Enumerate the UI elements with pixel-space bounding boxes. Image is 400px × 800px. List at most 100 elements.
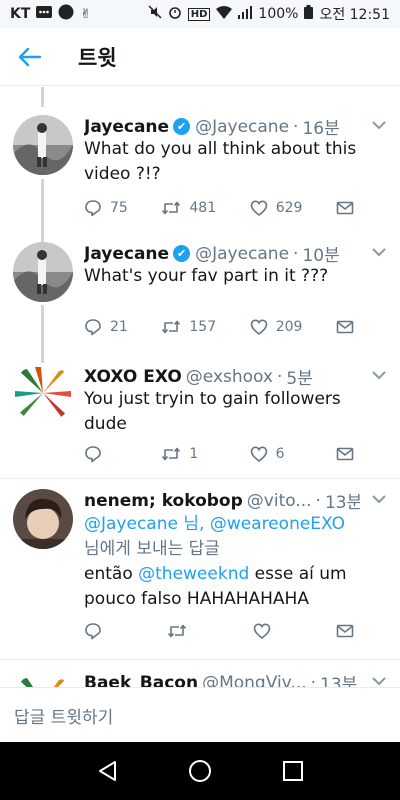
reply-button[interactable]: 75 [84,199,128,217]
separator-dot: · [277,366,283,387]
like-button[interactable]: 629 [250,199,302,217]
direct-message-button[interactable] [336,199,354,217]
tweet-text: You just tryin to gain followers dude [84,389,341,434]
display-name[interactable]: Jayecane [84,244,169,264]
heart-icon [250,200,267,217]
back-nav-button[interactable] [87,751,127,791]
clock: 오전 12:51 [319,7,390,23]
message-icon [36,6,53,22]
carrier-label: KT [10,6,31,22]
timestamp: 13분 [320,675,358,687]
retweet-count: 481 [189,200,217,216]
reply-icon [85,446,101,463]
like-count: 6 [275,446,285,462]
reply-to-line: @Jayecane 님, @weareoneEXO 님에게 보내는 답글 [84,512,382,562]
retweet-icon [162,320,181,334]
mention-link[interactable]: @Jayecane [84,514,178,534]
like-count: 209 [275,319,303,335]
alarm-icon [168,5,182,23]
retweet-button[interactable] [167,622,195,640]
reply-icon [85,319,101,336]
avatar[interactable] [13,115,73,175]
victory-hand-icon: ✌ [80,6,92,22]
back-button[interactable] [0,28,60,86]
square-recents-icon [283,761,304,781]
retweet-button[interactable]: 1 [161,445,198,463]
tweet[interactable]: Jayecane ✔ @Jayecane · 10분 What's your f… [0,237,400,363]
retweet-button[interactable]: 481 [161,199,216,217]
chevron-down-icon[interactable] [372,368,386,384]
reply-count: 21 [110,319,128,335]
tweet-header: Jayecane ✔ @Jayecane · 16분 [84,114,360,140]
verified-badge-icon: ✔ [173,245,191,262]
display-name[interactable]: Baek_Bacon [84,673,198,688]
chevron-down-icon[interactable] [372,674,386,687]
envelope-icon [336,320,354,334]
separator-dot: · [293,116,299,137]
timestamp: 5분 [286,369,313,389]
handle[interactable]: @MongViv... [202,673,307,688]
reply-to-text: 님, [177,514,210,534]
circle-home-icon [188,760,211,782]
home-nav-button[interactable] [180,751,220,791]
tweet[interactable]: Jayecane ✔ @Jayecane · 16분 What do you a… [0,87,400,237]
separator-dot: · [315,490,321,511]
reply-to-text: 님에게 보내는 답글 [84,539,220,559]
wifi-icon [216,5,233,23]
retweet-button[interactable]: 157 [161,318,216,336]
heart-icon [250,446,267,463]
battery-percent: 100% [258,6,299,22]
tweet-text: What do you all think about this video ?… [84,139,357,184]
page-title: 트윗 [78,45,117,70]
avatar[interactable] [13,672,73,687]
recents-nav-button[interactable] [273,751,313,791]
reply-input[interactable]: 답글 트윗하기 [0,687,400,742]
avatar[interactable] [13,363,73,423]
heart-icon [250,319,267,336]
tweet[interactable]: nenem; kokobop @vito... · 13분 @Jayecane … [0,479,400,659]
direct-message-button[interactable] [336,318,354,336]
direct-message-button[interactable] [336,445,354,463]
tweet-header: XOXO EXO @exshoox · 5분 [84,364,360,390]
separator-dot: · [310,672,317,688]
like-button[interactable]: 6 [250,445,285,463]
retweet-icon [168,624,187,638]
mention-link[interactable]: @theweeknd [138,564,249,584]
display-name[interactable]: nenem; kokobop [84,491,243,511]
tweet-header: Baek_Bacon @MongViv... · 13분 [84,670,360,688]
hd-voice-icon: HD [187,7,211,21]
handle[interactable]: @Jayecane [195,117,289,137]
handle[interactable]: @exshoox [186,367,273,387]
tweet-header: nenem; kokobop @vito... · 13분 [84,488,360,514]
reply-button[interactable] [84,622,110,640]
like-button[interactable]: 209 [250,318,303,336]
app-header: 트윗 [0,28,400,86]
direct-message-button[interactable] [336,622,354,640]
battery-icon [304,5,314,23]
handle[interactable]: @vito... [247,491,312,511]
avatar[interactable] [13,489,73,549]
tweet[interactable]: XOXO EXO @exshoox · 5분 You just tryin to… [0,363,400,478]
status-right: HD 100% 오전 12:51 [148,4,390,24]
like-button[interactable] [253,622,279,640]
tweet-actions: 75 481 629 [84,199,354,217]
handle[interactable]: @Jayecane [195,244,289,264]
verified-badge-icon: ✔ [173,118,191,135]
chevron-down-icon[interactable] [372,118,386,134]
tweet-thread: Jayecane ✔ @Jayecane · 16분 What do you a… [0,87,400,687]
envelope-icon [336,624,354,638]
avatar[interactable] [13,242,73,302]
tweet-text: What's your fav part in it ??? [84,266,329,286]
tweet[interactable]: Baek_Bacon @MongViv... · 13분 [0,660,400,687]
reply-button[interactable]: 21 [84,318,128,336]
reply-button[interactable] [84,445,110,463]
chevron-down-icon[interactable] [372,492,386,508]
mention-link[interactable]: @weareoneEXO [210,514,345,534]
timestamp: 10분 [302,246,340,266]
retweet-icon [162,447,181,461]
display-name[interactable]: XOXO EXO [84,367,182,387]
chevron-down-icon[interactable] [372,245,386,261]
display-name[interactable]: Jayecane [84,117,169,137]
envelope-icon [336,201,354,215]
tweet-actions [84,622,354,640]
